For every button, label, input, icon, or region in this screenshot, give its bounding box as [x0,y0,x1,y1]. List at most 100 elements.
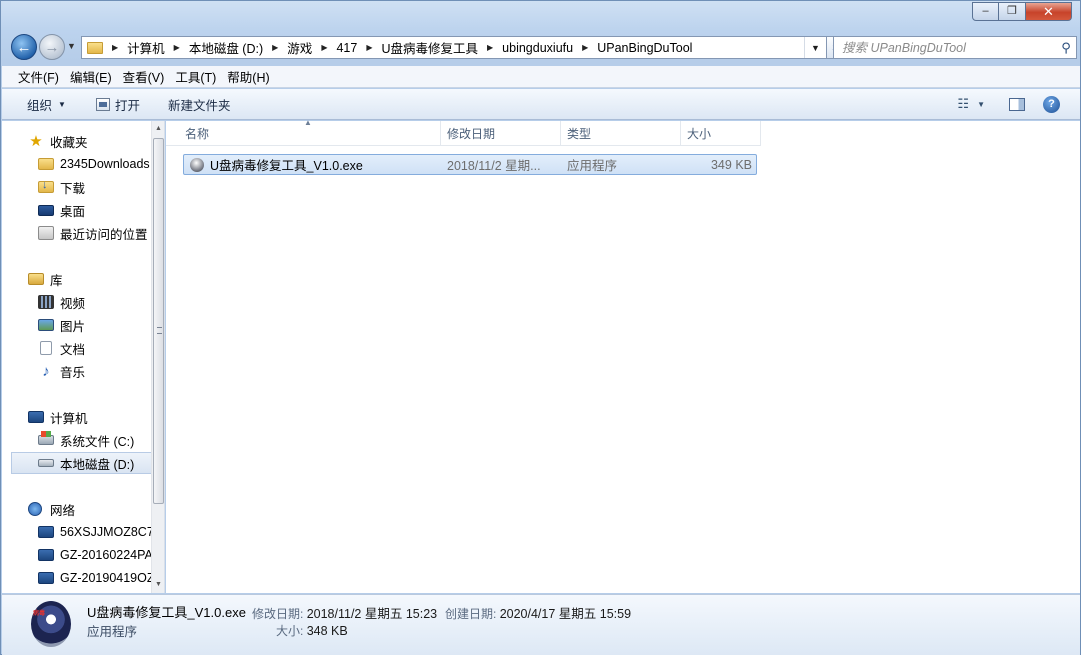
scroll-up-icon[interactable]: ▲ [155,125,162,132]
nav-item-desktop[interactable]: 桌面 [2,199,152,221]
thumbnail-label: 病毒 [33,611,46,617]
nav-item-label: 56XSJJMOZ8C7 [60,525,152,539]
menu-view[interactable]: 查看(V) [117,67,170,86]
nav-item-documents[interactable]: 文档 [2,337,152,359]
breadcrumb-drive-d[interactable]: 本地磁盘 (D:) [189,37,263,58]
breadcrumb-separator-icon[interactable]: ▶ [487,43,493,52]
breadcrumb-computer[interactable]: 计算机 [127,37,165,58]
column-date[interactable]: 修改日期 [441,121,561,146]
network-computer-icon [38,526,54,538]
scrollbar-thumb[interactable] [153,138,164,504]
grip-icon [157,327,162,334]
file-row[interactable]: U盘病毒修复工具_V1.0.exe 2018/11/2 星期... 应用程序 3… [183,154,757,175]
breadcrumb-417[interactable]: 417 [336,37,357,58]
nav-favorites-label: 收藏夹 [50,135,88,150]
nav-item-network-pc[interactable]: GZ-20190419OZ [2,567,152,589]
breadcrumb-ubingduxiufu[interactable]: ubingduxiufu [502,37,573,58]
column-type[interactable]: 类型 [561,121,681,146]
nav-network[interactable]: 网络 [2,498,152,520]
nav-item-label: 系统文件 (C:) [60,434,135,449]
forward-button[interactable]: → [39,34,65,60]
column-size-label: 大小 [687,127,712,141]
back-button[interactable]: ← [11,34,37,60]
breadcrumb-upanbingdutool[interactable]: UPanBingDuTool [597,37,692,58]
desktop-icon [38,204,54,216]
recent-pages-dropdown[interactable]: ▼ [67,41,76,51]
nav-item-2345downloads[interactable]: 2345Downloads [2,153,152,175]
drive-icon [38,459,54,467]
column-date-label: 修改日期 [447,127,496,141]
nav-item-drive-c[interactable]: 系统文件 (C:) [2,429,152,451]
breadcrumb-separator-icon[interactable]: ▶ [321,43,327,52]
nav-item-label: 音乐 [60,365,86,380]
menu-tools[interactable]: 工具(T) [169,67,221,86]
nav-item-label: 下载 [60,181,86,196]
network-computer-icon [38,572,54,584]
nav-libraries-label: 库 [50,273,63,288]
menu-file[interactable]: 文件(F) [2,67,64,86]
nav-item-videos[interactable]: 视频 [2,291,152,313]
preview-pane-icon[interactable] [1009,97,1025,111]
details-file-type: 应用程序 [87,625,138,639]
change-view-button[interactable]: ☷ ▼ [951,96,991,112]
menu-bar: 文件(F) 编辑(E) 查看(V) 工具(T) 帮助(H) [2,66,1080,88]
address-bar[interactable]: ▶ 计算机 ▶ 本地磁盘 (D:) ▶ 游戏 ▶ 417 ▶ U盘病毒修复工具 … [81,36,827,59]
breadcrumb-games[interactable]: 游戏 [287,37,312,58]
new-folder-label: 新建文件夹 [167,98,231,113]
breadcrumb-usb-tool[interactable]: U盘病毒修复工具 [381,37,478,58]
open-button[interactable]: 打开 [78,89,152,119]
breadcrumb-separator-icon[interactable]: ▶ [366,43,372,52]
nav-item-label: 最近访问的位置 [60,227,148,242]
breadcrumb-separator-icon[interactable]: ▶ [174,43,180,52]
organize-button[interactable]: 组织 ▼ [2,89,78,119]
menu-edit[interactable]: 编辑(E) [64,67,117,86]
details-view-icon: ☷ [957,96,970,111]
search-icon[interactable]: ⚲ [1056,40,1076,56]
nav-item-music[interactable]: ♪ 音乐 [2,360,152,382]
new-folder-button[interactable]: 新建文件夹 [152,89,243,119]
breadcrumb-separator-icon[interactable]: ▶ [112,43,118,52]
details-size-value: 348 KB [306,624,348,638]
nav-libraries[interactable]: 库 [2,268,152,290]
nav-item-label: 桌面 [60,204,86,219]
minimize-button[interactable]: ‒ [972,2,999,21]
picture-icon [38,319,54,331]
scroll-down-icon[interactable]: ▼ [155,581,162,588]
nav-scrollbar[interactable]: ▲ ▼ [151,121,164,593]
help-icon[interactable]: ? [1043,95,1060,113]
details-modified-label: 修改日期: [252,607,304,621]
network-computer-icon [38,549,54,561]
file-list-pane[interactable]: ▲ 名称 修改日期 类型 大小 U盘病毒修复工具_V1.0.exe 2018/1… [166,118,1080,593]
chevron-down-icon: ▼ [58,99,66,109]
menu-help[interactable]: 帮助(H) [221,67,274,86]
address-row: ← → ▼ ▶ 计算机 ▶ 本地磁盘 (D:) ▶ 游戏 ▶ 417 ▶ U盘病… [9,33,1077,61]
details-created-label: 创建日期: [445,607,497,621]
address-history-dropdown[interactable]: ▼ [804,37,826,58]
arrow-right-icon: → [44,38,60,56]
nav-item-label: 图片 [60,319,86,334]
nav-item-label: 本地磁盘 (D:) [60,457,135,472]
nav-item-network-pc[interactable]: GZ-20160224PA [2,544,152,566]
close-button[interactable]: ✕ [1026,2,1072,21]
breadcrumb-separator-icon[interactable]: ▶ [582,43,588,52]
nav-item-drive-d[interactable]: 本地磁盘 (D:) [11,452,152,474]
nav-item-downloads[interactable]: 下载 [2,176,152,198]
computer-icon [28,411,44,423]
nav-item-label: GZ-20190419OZ [60,571,152,585]
explorer-window: ‒ ❐ ✕ ← → ▼ ▶ 计算机 ▶ 本地磁盘 (D:) ▶ 游戏 ▶ 417… [0,0,1081,655]
maximize-button[interactable]: ❐ [999,2,1026,21]
nav-favorites[interactable]: ★ 收藏夹 [2,130,152,152]
music-icon: ♪ [42,362,50,380]
nav-item-pictures[interactable]: 图片 [2,314,152,336]
details-modified-value: 2018/11/2 星期五 15:23 [306,607,438,621]
search-box: ⚲ [833,36,1077,59]
column-size[interactable]: 大小 [681,121,761,146]
column-name[interactable]: ▲ 名称 [166,118,441,146]
search-input[interactable] [834,40,1056,55]
nav-item-network-pc[interactable]: 56XSJJMOZ8C7 [2,521,152,543]
nav-computer[interactable]: 计算机 [2,406,152,428]
organize-label: 组织 [27,98,53,113]
breadcrumb-separator-icon[interactable]: ▶ [272,43,278,52]
nav-item-recent[interactable]: 最近访问的位置 [2,222,152,244]
column-type-label: 类型 [567,127,592,141]
